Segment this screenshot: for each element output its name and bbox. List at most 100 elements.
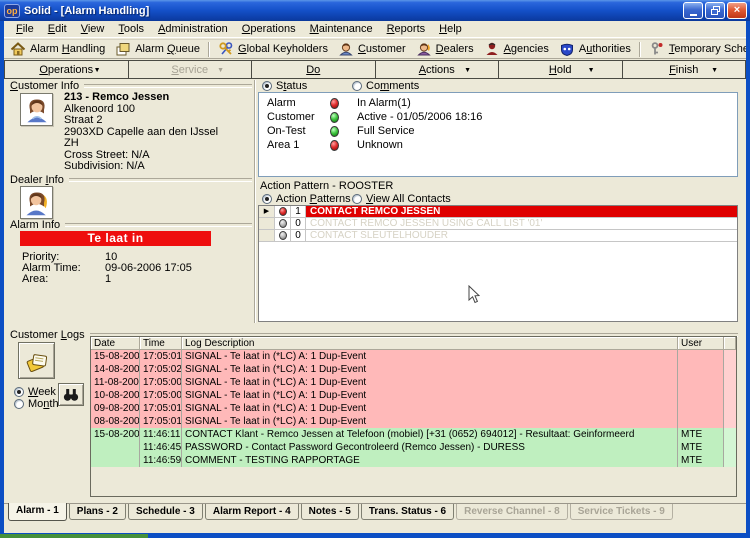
column-header-date[interactable]: Date xyxy=(91,337,140,350)
menu-item-administration[interactable]: Administration xyxy=(151,22,235,36)
alarm-info-header: Alarm Info xyxy=(10,219,252,231)
customer-avatar-button[interactable] xyxy=(20,93,53,126)
log-row[interactable]: 08-08-2006 17:05:01 SIGNAL - Te laat in … xyxy=(91,415,736,428)
toolbar-agencies-button[interactable]: Agencies xyxy=(479,40,554,58)
log-row[interactable]: 15-08-2006 11:46:11 CONTACT Klant - Remc… xyxy=(91,428,736,441)
log-row[interactable]: 11-08-2006 17:05:00 SIGNAL - Te laat in … xyxy=(91,376,736,389)
toolbar-label: Authorities xyxy=(579,43,631,55)
customer-address-line: Straat 2 xyxy=(64,115,218,127)
green-light-icon xyxy=(330,112,339,123)
dealer-info-label: Dealer Info xyxy=(10,174,64,186)
status-row-area1[interactable]: Area 1 Unknown xyxy=(259,138,737,152)
log-row[interactable]: 10-08-2006 17:05:00 SIGNAL - Te laat in … xyxy=(91,389,736,402)
toolbar-temporary-schedule-button[interactable]: Temporary Schedule xyxy=(644,40,750,58)
log-row[interactable]: 14-08-2006 17:05:02 SIGNAL - Te laat in … xyxy=(91,363,736,376)
log-scrollbar[interactable] xyxy=(724,350,736,363)
log-scrollbar[interactable] xyxy=(724,454,736,467)
tab-alarm[interactable]: Alarm - 1 xyxy=(8,503,67,521)
tab-alarm-report[interactable]: Alarm Report - 4 xyxy=(205,504,299,520)
menu-item-view[interactable]: View xyxy=(74,22,112,36)
tab-schedule[interactable]: Schedule - 3 xyxy=(128,504,203,520)
radio-button-icon xyxy=(262,81,272,91)
log-user: MTE xyxy=(678,441,724,454)
actions-button[interactable]: Actions ▼ xyxy=(375,60,500,79)
log-date: 10-08-2006 xyxy=(91,389,140,402)
menu-item-tools[interactable]: Tools xyxy=(111,22,151,36)
log-row[interactable]: 11:46:59 COMMENT - TESTING RAPPORTAGE MT… xyxy=(91,454,736,467)
radio-button-icon xyxy=(352,194,362,204)
row-marker-cell xyxy=(259,218,275,229)
dealer-avatar-button[interactable] xyxy=(20,186,53,219)
tab-trans-status[interactable]: Trans. Status - 6 xyxy=(361,504,454,520)
binoculars-icon xyxy=(63,388,79,402)
tab-plans[interactable]: Plans - 2 xyxy=(69,504,126,520)
contact-row-text: CONTACT REMCO JESSEN USING CALL LIST '01… xyxy=(306,218,737,229)
logs-icon xyxy=(24,348,50,374)
log-description: SIGNAL - Te laat in (*LC) A: 1 Dup-Event xyxy=(182,415,678,428)
log-row[interactable]: 15-08-2006 17:05:01 SIGNAL - Te laat in … xyxy=(91,350,736,363)
do-button[interactable]: Do xyxy=(251,60,376,79)
log-description: PASSWORD - Contact Password Gecontroleer… xyxy=(182,441,678,454)
open-logs-button[interactable] xyxy=(18,342,55,379)
search-logs-button[interactable] xyxy=(58,383,84,406)
log-scrollbar[interactable] xyxy=(724,389,736,402)
log-scrollbar[interactable] xyxy=(724,441,736,454)
log-date: 15-08-2006 xyxy=(91,428,140,441)
log-description: SIGNAL - Te laat in (*LC) A: 1 Dup-Event xyxy=(182,350,678,363)
log-row[interactable]: 11:46:45 PASSWORD - Contact Password Gec… xyxy=(91,441,736,454)
app-window: op Solid - [Alarm Handling] × File Edit … xyxy=(0,0,750,538)
contact-row[interactable]: ▶ 1 CONTACT REMCO JESSEN xyxy=(259,206,737,218)
column-header-time[interactable]: Time xyxy=(140,337,182,350)
menu-item-maintenance[interactable]: Maintenance xyxy=(303,22,380,36)
toolbar-alarm-queue-button[interactable]: Alarm Queue xyxy=(110,40,205,58)
log-time: 17:05:00 xyxy=(140,376,182,389)
status-row-on-test[interactable]: On-Test Full Service xyxy=(259,124,737,138)
minimize-button[interactable] xyxy=(683,2,703,19)
menu-item-reports[interactable]: Reports xyxy=(380,22,433,36)
comments-radio[interactable]: Comments xyxy=(352,80,419,92)
contact-attempt-count: 0 xyxy=(291,218,306,229)
contact-attempt-count: 1 xyxy=(291,206,306,217)
contact-row-text: CONTACT REMCO JESSEN xyxy=(306,206,737,217)
toolbar-customer-button[interactable]: Customer xyxy=(333,40,411,58)
close-window-button[interactable]: × xyxy=(727,2,747,19)
contact-row[interactable]: 0 CONTACT REMCO JESSEN USING CALL LIST '… xyxy=(259,218,737,230)
log-row[interactable]: 09-08-2006 17:05:01 SIGNAL - Te laat in … xyxy=(91,402,736,415)
log-user xyxy=(678,389,724,402)
week-radio[interactable]: Week xyxy=(14,386,56,398)
menu-item-help[interactable]: Help xyxy=(432,22,469,36)
toolbar-global-keyholders-button[interactable]: Global Keyholders xyxy=(213,40,333,58)
menu-item-file[interactable]: File xyxy=(9,22,41,36)
log-time: 11:46:11 xyxy=(140,428,182,441)
toolbar-authorities-button[interactable]: Authorities xyxy=(554,40,636,58)
contact-row[interactable]: 0 CONTACT SLEUTELHOUDER xyxy=(259,230,737,242)
log-scrollbar[interactable] xyxy=(724,415,736,428)
queue-icon xyxy=(115,41,131,57)
status-row-alarm[interactable]: Alarm In Alarm(1) xyxy=(259,96,737,110)
toolbar-label: Dealers xyxy=(436,43,474,55)
log-scrollbar[interactable] xyxy=(724,428,736,441)
month-radio[interactable]: Month xyxy=(14,398,59,410)
log-scrollbar[interactable] xyxy=(724,363,736,376)
gray-light-icon xyxy=(279,219,287,228)
radio-button-icon xyxy=(14,399,24,409)
toolbar-alarm-handling-button[interactable]: Alarm Handling xyxy=(5,40,110,58)
restore-button[interactable] xyxy=(705,2,725,19)
menu-item-operations[interactable]: Operations xyxy=(235,22,303,36)
title-bar[interactable]: op Solid - [Alarm Handling] × xyxy=(0,0,750,21)
view-all-contacts-radio[interactable]: View All Contacts xyxy=(352,193,451,205)
menu-item-edit[interactable]: Edit xyxy=(41,22,74,36)
status-row-customer[interactable]: Customer Active - 01/05/2006 18:16 xyxy=(259,110,737,124)
toolbar-label: Alarm Queue xyxy=(135,43,200,55)
log-scrollbar[interactable] xyxy=(724,376,736,389)
action-patterns-radio[interactable]: Action Patterns xyxy=(262,193,351,205)
operations-button[interactable]: Operations ▼ xyxy=(4,60,129,79)
tab-notes[interactable]: Notes - 5 xyxy=(301,504,359,520)
column-header-user[interactable]: User xyxy=(678,337,724,350)
finish-button[interactable]: Finish ▼ xyxy=(622,60,747,79)
status-radio[interactable]: Status xyxy=(262,80,307,92)
column-header-description[interactable]: Log Description xyxy=(182,337,678,350)
log-scrollbar[interactable] xyxy=(724,402,736,415)
hold-button[interactable]: Hold ▼ xyxy=(498,60,623,79)
toolbar-dealers-button[interactable]: Dealers xyxy=(411,40,479,58)
